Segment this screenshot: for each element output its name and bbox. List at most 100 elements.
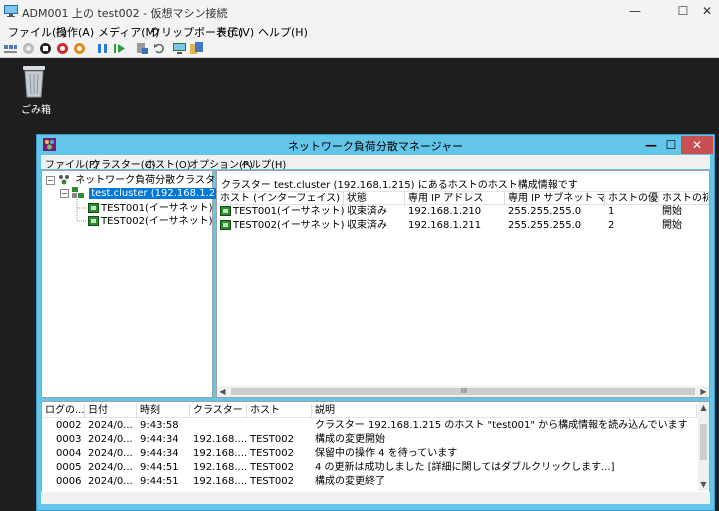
host-icon	[88, 216, 99, 226]
log-time: 9:44:51	[140, 476, 179, 487]
cluster-icon	[72, 187, 84, 198]
scroll-up-arrow[interactable]: ▲	[698, 402, 709, 413]
vm-close-button[interactable]: ✕	[690, 0, 719, 23]
column-header[interactable]: 専用 IP サブネット マスク	[505, 192, 605, 206]
recycle-bin[interactable]	[16, 64, 52, 101]
log-column-header[interactable]: 時刻	[137, 404, 190, 418]
nlb-close-button[interactable]: ✕	[681, 136, 713, 154]
log-date: 2024/0...	[88, 448, 133, 459]
tree-root-label: ネットワーク負荷分散クラスター	[75, 175, 225, 186]
nlb-menu-bar: ファイル(F) クラスター(C) ホスト(O) オプション(P) ヘルプ(H)	[41, 155, 710, 171]
scroll-right-arrow[interactable]: ▶	[698, 386, 709, 397]
log-row[interactable]: 0004 2024/0... 9:44:34 192.168.... TEST0…	[42, 447, 697, 461]
log-id: 0006	[56, 476, 82, 487]
tree-collapse-cluster[interactable]: −	[60, 189, 69, 198]
host-icon	[88, 203, 99, 213]
nlb-manager-window: ネットワーク負荷分散マネージャー — ☐ ✕ ファイル(F) クラスター(C) …	[36, 134, 715, 511]
log-date: 2024/0...	[88, 476, 133, 487]
log-column-header[interactable]: 日付	[85, 404, 137, 418]
share-icon[interactable]	[190, 42, 203, 55]
status-bar	[41, 492, 710, 504]
host-name-cell: TEST001(イーサネット)	[233, 206, 344, 217]
log-description: 構成の変更開始	[315, 434, 385, 445]
detail-header-row: ホスト (インターフェイス) 状態 専用 IP アドレス 専用 IP サブネット…	[217, 191, 709, 206]
nlb-window-title: ネットワーク負荷分散マネージャー	[287, 140, 464, 153]
log-column-header[interactable]: ログの...	[42, 404, 85, 418]
scroll-down-arrow[interactable]: ▼	[698, 479, 709, 490]
vm-menu-bar: ファイル(F) 操作(A) メディア(M) クリップボード(C) 表示(V) ヘ…	[0, 23, 719, 39]
log-time: 9:43:58	[140, 420, 179, 431]
column-header[interactable]: ホストの優...	[605, 192, 659, 206]
vm-minimize-button[interactable]: —	[618, 0, 652, 23]
host-detail-pane: クラスター test.cluster (192.168.1.215) にあるホス…	[216, 170, 710, 398]
log-column-header[interactable]: 説明	[312, 404, 697, 418]
log-column-header[interactable]: クラスター	[190, 404, 247, 418]
pause-icon[interactable]	[96, 42, 109, 55]
log-description: 構成の変更終了	[315, 476, 385, 487]
tree-cluster-label: test.cluster (192.168.1.215)	[89, 188, 234, 199]
resume-icon[interactable]	[113, 42, 126, 55]
log-pane: ログの... 日付 時刻 クラスター ホスト 説明 0002 2024/0...…	[41, 401, 710, 504]
detail-horizontal-scrollbar[interactable]: ◀ III ▶	[217, 386, 709, 397]
ip-cell: 192.168.1.210	[408, 206, 482, 217]
column-header[interactable]: 状態	[344, 192, 405, 206]
enhanced-session-icon[interactable]	[173, 42, 186, 55]
scroll-grip: III	[460, 387, 468, 395]
column-header[interactable]: ホスト (インターフェイス)	[217, 192, 344, 206]
nlb-minimize-button[interactable]: —	[641, 136, 661, 154]
log-column-header[interactable]: ホスト	[247, 404, 312, 418]
scroll-thumb[interactable]	[700, 424, 707, 460]
log-host: TEST002	[250, 476, 294, 487]
log-id: 0002	[56, 420, 82, 431]
log-row[interactable]: 0002 2024/0... 9:43:58 クラスター 192.168.1.2…	[42, 419, 697, 433]
scroll-left-arrow[interactable]: ◀	[217, 386, 228, 397]
power-icon[interactable]	[73, 42, 86, 55]
checkpoint-icon[interactable]	[136, 42, 149, 55]
ctrl-alt-del-icon[interactable]	[4, 42, 17, 55]
tree-root-item[interactable]: ネットワーク負荷分散クラスター	[58, 174, 225, 187]
nlb-menu-help[interactable]: ヘルプ(H)	[241, 156, 286, 171]
log-date: 2024/0...	[88, 434, 133, 445]
column-header[interactable]: ホストの初期状	[659, 192, 709, 206]
tree-host-item[interactable]: TEST001(イーサネット)	[88, 202, 213, 215]
log-description: クラスター 192.168.1.215 のホスト "test001" から構成情…	[315, 420, 688, 431]
tree-host-label: TEST001(イーサネット)	[101, 203, 213, 214]
log-vertical-scrollbar[interactable]: ▲ ▼	[698, 402, 709, 491]
tree-host-label: TEST002(イーサネット)	[101, 216, 213, 227]
log-cluster: 192.168....	[193, 434, 247, 445]
revert-icon[interactable]	[153, 42, 166, 55]
priority-cell: 1	[608, 206, 615, 217]
table-row[interactable]: TEST001(イーサネット) 収束済み 192.168.1.210 255.2…	[217, 205, 709, 219]
ip-cell: 192.168.1.211	[408, 220, 482, 231]
log-row[interactable]: 0006 2024/0... 9:44:51 192.168.... TEST0…	[42, 475, 697, 489]
log-time: 9:44:34	[140, 448, 179, 459]
vm-toolbar	[0, 39, 719, 58]
log-id: 0004	[56, 448, 82, 459]
log-row[interactable]: 0003 2024/0... 9:44:34 192.168.... TEST0…	[42, 433, 697, 447]
priority-cell: 2	[608, 220, 615, 231]
log-row[interactable]: 0005 2024/0... 9:44:51 192.168.... TEST0…	[42, 461, 697, 475]
turn-off-icon[interactable]	[39, 42, 52, 55]
log-date: 2024/0...	[88, 420, 133, 431]
log-id: 0005	[56, 462, 82, 473]
host-name-cell: TEST002(イーサネット)	[233, 220, 344, 231]
tree-cluster-item[interactable]: test.cluster (192.168.1.215)	[72, 187, 234, 200]
nlb-menu-host[interactable]: ホスト(O)	[145, 156, 191, 171]
log-host: TEST002	[250, 448, 294, 459]
log-cluster: 192.168....	[193, 448, 247, 459]
recycle-bin-icon	[23, 66, 45, 98]
log-date: 2024/0...	[88, 462, 133, 473]
log-cluster: 192.168....	[193, 462, 247, 473]
vm-menu-view[interactable]: 表示(V)	[216, 24, 254, 40]
table-row[interactable]: TEST002(イーサネット) 収束済み 192.168.1.211 255.2…	[217, 219, 709, 233]
tree-host-item[interactable]: TEST002(イーサネット)	[88, 215, 213, 228]
tree-collapse-root[interactable]: −	[46, 176, 55, 185]
vm-menu-help[interactable]: ヘルプ(H)	[258, 24, 308, 40]
column-header[interactable]: 専用 IP アドレス	[405, 192, 505, 206]
vm-title-bar: ADM001 上の test002 - 仮想マシン接続 — ☐ ✕	[0, 0, 719, 23]
vm-menu-action[interactable]: 操作(A)	[56, 24, 94, 40]
start-icon[interactable]	[22, 42, 35, 55]
shutdown-icon[interactable]	[56, 42, 69, 55]
nlb-maximize-button[interactable]: ☐	[661, 136, 681, 154]
log-header-row: ログの... 日付 時刻 クラスター ホスト 説明	[42, 404, 697, 418]
